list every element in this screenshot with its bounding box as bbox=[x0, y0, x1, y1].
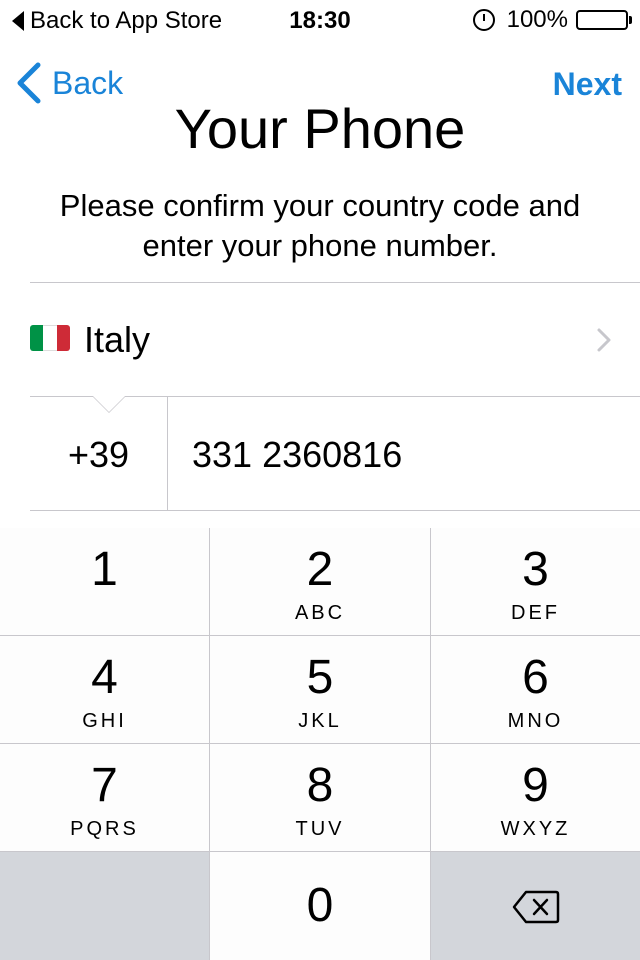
alarm-icon bbox=[472, 9, 495, 31]
key-4[interactable]: 4 GHI bbox=[0, 636, 209, 743]
divider-bottom bbox=[30, 510, 640, 511]
numeric-keypad: 1 2 ABC 3 DEF 4 GHI 5 JKL 6 MNO 7 PQRS 8… bbox=[0, 528, 640, 960]
country-code: +39 bbox=[67, 434, 130, 475]
key-letters: ABC bbox=[294, 602, 346, 624]
key-letters: PQRS bbox=[70, 818, 139, 840]
key-8[interactable]: 8 TUV bbox=[210, 744, 430, 851]
key-blank bbox=[0, 852, 209, 960]
key-letters: JKL bbox=[298, 710, 342, 732]
status-bar: Back to App Store 18:30 100% bbox=[0, 0, 640, 40]
country-code-field[interactable]: +39 bbox=[30, 396, 167, 510]
page-subtitle: Please confirm your country code and ent… bbox=[59, 188, 581, 263]
country-name: Italy bbox=[84, 319, 151, 360]
vertical-separator bbox=[167, 397, 168, 510]
key-digit: 7 bbox=[91, 759, 118, 812]
key-digit: 8 bbox=[306, 759, 334, 812]
key-digit: 9 bbox=[522, 759, 549, 812]
key-digit: 6 bbox=[522, 651, 549, 704]
key-digit: 2 bbox=[306, 543, 334, 596]
key-digit: 5 bbox=[306, 651, 334, 704]
key-5[interactable]: 5 JKL bbox=[210, 636, 430, 743]
key-digit: 1 bbox=[91, 543, 118, 596]
key-2[interactable]: 2 ABC bbox=[210, 528, 430, 635]
page-title: Your Phone bbox=[174, 97, 466, 160]
key-letters: TUV bbox=[295, 818, 345, 840]
phone-number-input[interactable] bbox=[192, 430, 612, 480]
key-6[interactable]: 6 MNO bbox=[431, 636, 640, 743]
chevron-right-icon bbox=[597, 328, 611, 352]
battery-icon bbox=[576, 10, 632, 30]
delete-button[interactable] bbox=[431, 852, 640, 960]
key-letters: WXYZ bbox=[500, 818, 571, 840]
italy-flag-icon bbox=[30, 325, 70, 351]
key-3[interactable]: 3 DEF bbox=[431, 528, 640, 635]
key-1[interactable]: 1 bbox=[0, 528, 209, 635]
key-letters: GHI bbox=[82, 710, 127, 732]
key-digit: 3 bbox=[522, 543, 549, 596]
key-digit: 0 bbox=[306, 879, 334, 932]
key-letters: MNO bbox=[507, 710, 564, 732]
key-0[interactable]: 0 bbox=[210, 852, 430, 960]
backspace-icon bbox=[512, 890, 559, 924]
key-letters: DEF bbox=[511, 602, 560, 624]
status-right-group: 100% bbox=[472, 6, 632, 34]
battery-percentage: 100% bbox=[506, 6, 568, 33]
country-selector[interactable]: Italy bbox=[30, 283, 640, 396]
key-digit: 4 bbox=[91, 651, 118, 704]
key-9[interactable]: 9 WXYZ bbox=[431, 744, 640, 851]
key-7[interactable]: 7 PQRS bbox=[0, 744, 209, 851]
